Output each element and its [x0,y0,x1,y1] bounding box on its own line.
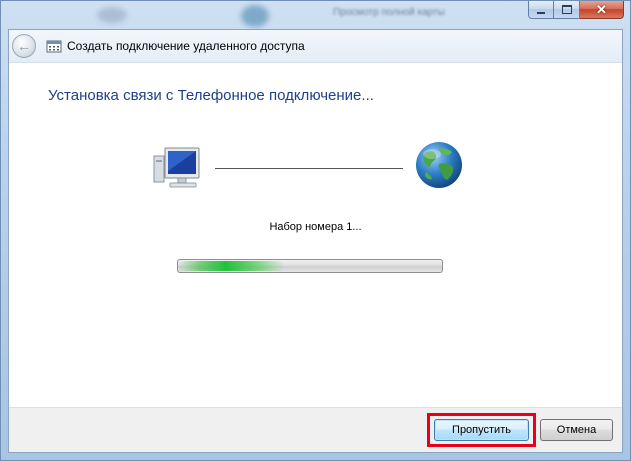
minimize-icon [537,11,545,14]
progress-marquee [178,261,284,271]
caption-buttons: ✕ [528,1,624,20]
dialup-connection-icon [46,40,62,53]
minimize-button[interactable] [528,1,554,19]
page-heading: Установка связи с Телефонное подключение… [48,87,374,104]
dialog-footer: Пропустить Отмена [9,407,622,452]
close-icon: ✕ [596,2,607,17]
close-button[interactable]: ✕ [580,1,624,19]
connection-line [215,168,403,169]
dialog-header: ← Создать подключение удаленного доступа [9,30,622,63]
background-window-title: Просмотр полной карты [333,7,445,18]
computer-icon [153,147,200,188]
back-arrow-icon: ← [17,37,31,54]
status-text: Набор номера 1... [269,221,362,233]
maximize-icon [561,5,572,14]
skip-button[interactable]: Пропустить [434,419,529,441]
dialog-client-area: ← Создать подключение удаленного доступа… [8,29,623,453]
maximize-button[interactable] [554,1,580,19]
globe-icon [416,142,462,188]
cancel-button[interactable]: Отмена [540,419,613,441]
dialog-title: Создать подключение удаленного доступа [67,39,305,53]
progress-bar [177,259,443,273]
back-button[interactable]: ← [12,34,36,58]
